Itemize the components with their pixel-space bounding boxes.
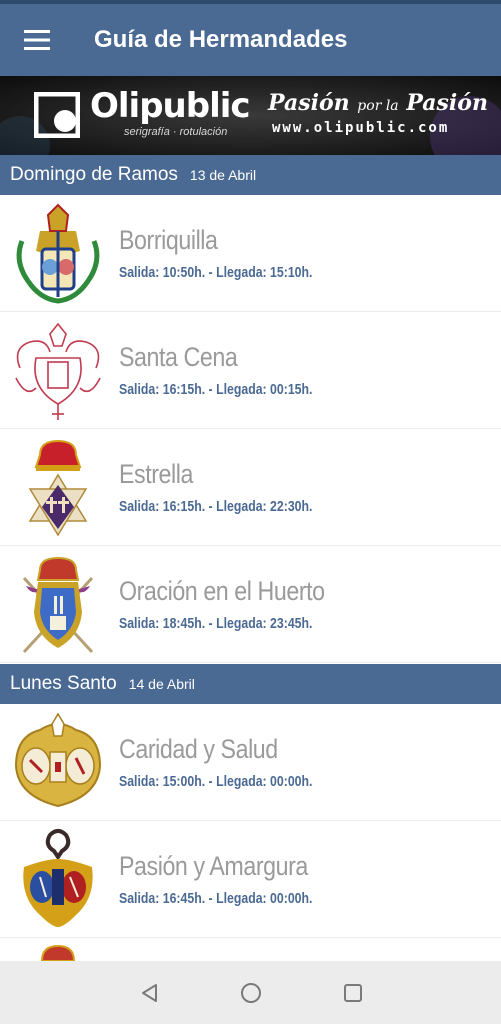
list-item[interactable]: Oración en el Huerto Salida: 18:45h. - L…: [0, 546, 501, 663]
item-name: Caridad y Salud: [119, 734, 278, 764]
list-item[interactable]: Pasión y Amargura Salida: 16:45h. - Lleg…: [0, 821, 501, 938]
section-day: Domingo de Ramos: [10, 164, 178, 185]
item-times: Salida: 16:45h. - Llegada: 00:00h.: [119, 890, 313, 907]
banner-slogan: Pasión por la Pasión: [268, 90, 488, 116]
banner-slogan-a: Pasión: [268, 90, 350, 116]
item-name: Santa Cena: [119, 342, 238, 372]
list-item[interactable]: Borriquilla Salida: 10:50h. - Llegada: 1…: [0, 195, 501, 312]
crest-oracion-icon: [22, 556, 94, 654]
crest-pasion-icon: [23, 829, 93, 927]
banner-subtitle: serigrafía · rotulación: [124, 126, 228, 138]
item-name: Pasión y Amargura: [119, 851, 308, 881]
menu-icon: [24, 30, 50, 50]
crest-caridad-icon: [14, 712, 102, 808]
list-item-partial[interactable]: [0, 938, 501, 961]
item-times: Salida: 18:45h. - Llegada: 23:45h.: [119, 615, 313, 632]
crest-partial-icon: [40, 944, 76, 961]
home-button[interactable]: [234, 976, 268, 1010]
item-name: Borriquilla: [119, 225, 218, 255]
crest-borriquilla-icon: [16, 203, 100, 304]
system-nav-bar: [0, 961, 501, 1024]
home-icon: [240, 982, 261, 1003]
crest-santa-cena-icon: [15, 322, 101, 420]
back-button[interactable]: [132, 976, 166, 1010]
item-times: Salida: 10:50h. - Llegada: 15:10h.: [119, 264, 313, 281]
list-item[interactable]: Caridad y Salud Salida: 15:00h. - Llegad…: [0, 704, 501, 821]
section-header-lunes: Lunes Santo 14 de Abril: [0, 664, 501, 704]
ad-banner[interactable]: Olipublic serigrafía · rotulación Pasión…: [0, 76, 501, 155]
menu-button[interactable]: [0, 4, 74, 76]
recents-button[interactable]: [336, 976, 370, 1010]
page-title: Guía de Hermandades: [94, 26, 348, 53]
banner-slogan-c: Pasión: [406, 90, 488, 116]
item-name: Estrella: [119, 459, 193, 489]
recents-icon: [343, 983, 362, 1002]
app-bar: Guía de Hermandades: [0, 4, 501, 76]
section-date: 13 de Abril: [189, 167, 257, 183]
item-name: Oración en el Huerto: [119, 576, 325, 606]
section-date: 14 de Abril: [128, 676, 195, 692]
list-item[interactable]: Santa Cena Salida: 16:15h. - Llegada: 00…: [0, 312, 501, 429]
banner-brand: Olipublic: [90, 86, 251, 126]
crest-estrella-icon: [28, 439, 88, 537]
back-icon: [141, 983, 157, 1002]
item-times: Salida: 16:15h. - Llegada: 00:15h.: [119, 381, 313, 398]
item-times: Salida: 15:00h. - Llegada: 00:00h.: [119, 773, 313, 790]
banner-slogan-b: por la: [357, 98, 399, 114]
olipublic-logo-icon: [34, 92, 80, 138]
banner-url: www.olipublic.com: [272, 120, 450, 136]
section-day: Lunes Santo: [10, 673, 117, 694]
list-item[interactable]: Estrella Salida: 16:15h. - Llegada: 22:3…: [0, 429, 501, 546]
item-times: Salida: 16:15h. - Llegada: 22:30h.: [119, 498, 313, 515]
section-header-domingo: Domingo de Ramos 13 de Abril: [0, 155, 501, 195]
